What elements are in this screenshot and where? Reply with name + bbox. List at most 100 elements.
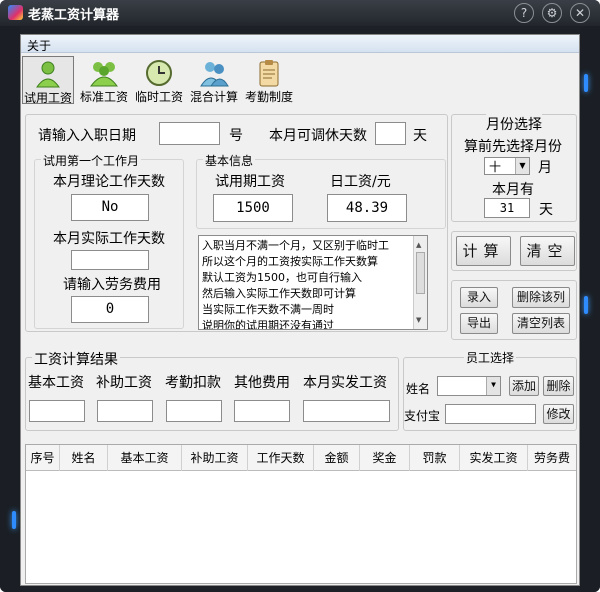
- rest-days-label: 本月可调休天数: [269, 128, 367, 144]
- right-frame: [580, 26, 600, 592]
- tool-label: 标准工资: [79, 90, 128, 104]
- result-base-field[interactable]: [29, 400, 85, 422]
- first-month-title: 试用第一个工作月: [41, 152, 142, 169]
- delete-row-button[interactable]: 删除该列: [512, 287, 570, 308]
- result-label-base: 基本工资: [28, 375, 84, 391]
- scroll-down-icon[interactable]: ▼: [416, 312, 421, 328]
- entry-date-label: 请输入入职日期: [38, 128, 136, 144]
- result-label-deduction: 考勤扣款: [165, 375, 221, 391]
- add-employee-button[interactable]: 添加: [509, 376, 539, 396]
- frame-glow-icon: [584, 296, 588, 314]
- two-people-icon: [200, 62, 229, 87]
- notes-scrollbar[interactable]: ▲ ▼: [413, 236, 427, 329]
- settings-button[interactable]: ⚙: [542, 3, 562, 23]
- tool-label: 混合计算: [189, 90, 238, 104]
- month-selected-value: 十: [489, 160, 502, 174]
- close-button[interactable]: ✕: [570, 3, 590, 23]
- app-window: 老蒸工资计算器 ? ⚙ ✕ 关于 试用工资 标准工资 临时工资 混合计算 考勤制…: [0, 0, 600, 592]
- clipboard-icon: [259, 60, 279, 87]
- enter-record-button[interactable]: 录入: [460, 287, 498, 308]
- note-line: 说明你的试用期还没有通过: [202, 319, 334, 330]
- col-header-penalty[interactable]: 罚款: [410, 445, 460, 471]
- alipay-input[interactable]: [445, 404, 536, 424]
- toolbar: 试用工资 标准工资 临时工资 混合计算 考勤制度: [21, 54, 579, 106]
- result-deduction-field[interactable]: [166, 400, 222, 422]
- actual-days-input[interactable]: [71, 250, 149, 270]
- result-other-field[interactable]: [234, 400, 290, 422]
- first-month-group: 试用第一个工作月 本月理论工作天数 No 本月实际工作天数 请输入劳务费用 0: [34, 152, 184, 329]
- employee-name-select[interactable]: ▼: [437, 376, 501, 396]
- tool-mixed-calc[interactable]: 混合计算: [187, 56, 241, 104]
- col-header-workdays[interactable]: 工作天数: [248, 445, 314, 471]
- month-select[interactable]: 十 ▼: [484, 157, 530, 175]
- single-person-icon: [36, 61, 60, 88]
- note-line: 所以这个月的工资按实际工作天数算: [202, 255, 378, 268]
- col-header-name[interactable]: 姓名: [60, 445, 108, 471]
- actual-days-label: 本月实际工作天数: [53, 231, 165, 247]
- calculate-button[interactable]: 计算: [456, 236, 511, 266]
- help-button[interactable]: ?: [514, 3, 534, 23]
- col-header-bonus[interactable]: 奖金: [360, 445, 410, 471]
- app-logo-icon: [8, 5, 23, 20]
- employee-title: 员工选择: [464, 349, 517, 366]
- col-header-amount[interactable]: 金额: [314, 445, 360, 471]
- result-net-field[interactable]: [303, 400, 390, 422]
- theory-days-field[interactable]: No: [71, 194, 149, 221]
- tool-label: 临时工资: [134, 90, 183, 104]
- month-title: 月份选择: [486, 114, 542, 134]
- left-frame: [0, 26, 20, 592]
- table-header: 序号 姓名 基本工资 补助工资 工作天数 金额 奖金 罚款 实发工资 劳务费: [26, 445, 576, 471]
- clock-icon: [146, 60, 172, 86]
- clear-button[interactable]: 清空: [520, 236, 575, 266]
- tool-attendance-rules[interactable]: 考勤制度: [242, 56, 296, 104]
- result-label-other: 其他费用: [234, 375, 290, 391]
- result-subsidy-field[interactable]: [97, 400, 153, 422]
- export-button[interactable]: 导出: [460, 313, 498, 334]
- records-table[interactable]: 序号 姓名 基本工资 补助工资 工作天数 金额 奖金 罚款 实发工资 劳务费: [25, 444, 577, 584]
- alipay-label: 支付宝: [404, 409, 441, 423]
- col-header-subsidy[interactable]: 补助工资: [182, 445, 248, 471]
- theory-days-label: 本月理论工作天数: [53, 174, 165, 190]
- month-panel: 月份选择 算前先选择月份 十 ▼ 月 本月有 31 天: [451, 114, 577, 222]
- delete-employee-button[interactable]: 删除: [543, 376, 574, 396]
- chevron-down-icon[interactable]: ▼: [486, 377, 500, 395]
- scroll-up-icon[interactable]: ▲: [416, 237, 421, 253]
- menu-bar: 关于: [21, 35, 579, 53]
- month-days-field[interactable]: 31: [484, 198, 530, 218]
- window-title: 老蒸工资计算器: [28, 8, 120, 23]
- note-line: 当实际工作天数不满一周时: [202, 303, 334, 316]
- menu-about[interactable]: 关于: [27, 37, 51, 54]
- col-header-index[interactable]: 序号: [26, 445, 60, 471]
- trial-wage-label: 试用期工资: [215, 174, 285, 190]
- tool-trial-wage[interactable]: 试用工资: [22, 56, 74, 105]
- frame-glow-icon: [584, 74, 588, 92]
- basic-info-title: 基本信息: [203, 152, 256, 169]
- note-line: 入职当月不满一个月，又区别于临时工: [202, 239, 389, 252]
- col-header-base[interactable]: 基本工资: [108, 445, 182, 471]
- col-header-netpay[interactable]: 实发工资: [460, 445, 528, 471]
- daily-wage-field[interactable]: 48.39: [327, 194, 407, 222]
- chevron-down-icon[interactable]: ▼: [515, 158, 529, 174]
- col-header-laborfee[interactable]: 劳务费: [528, 445, 576, 471]
- notes-textarea[interactable]: 入职当月不满一个月，又区别于临时工 所以这个月的工资按实际工作天数算 默认工资为…: [198, 235, 428, 330]
- title-bar[interactable]: 老蒸工资计算器 ? ⚙ ✕: [0, 0, 600, 26]
- entry-date-input[interactable]: [159, 122, 220, 145]
- rest-days-unit: 天: [413, 128, 427, 144]
- result-label-subsidy: 补助工资: [96, 375, 152, 391]
- rest-days-input[interactable]: [375, 122, 406, 145]
- tool-label: 考勤制度: [244, 90, 293, 104]
- modify-employee-button[interactable]: 修改: [543, 404, 574, 424]
- clear-list-button[interactable]: 清空列表: [512, 313, 570, 334]
- action-panel: 计算 清空: [451, 231, 577, 271]
- trial-wage-input[interactable]: 1500: [213, 194, 293, 222]
- tool-temporary-wage[interactable]: 临时工资: [132, 56, 186, 104]
- group-people-icon: [90, 62, 118, 87]
- tool-label: 试用工资: [23, 91, 72, 105]
- month-unit: 月: [538, 160, 552, 176]
- scroll-thumb[interactable]: [416, 252, 425, 294]
- labor-fee-input[interactable]: 0: [71, 296, 149, 323]
- list-action-panel: 录入 删除该列 导出 清空列表: [451, 280, 577, 340]
- tool-standard-wage[interactable]: 标准工资: [77, 56, 131, 104]
- basic-info-group: 基本信息 试用期工资 1500 日工资/元 48.39: [196, 152, 446, 229]
- result-panel: 工资计算结果 基本工资 补助工资 考勤扣款 其他费用 本月实发工资: [25, 349, 399, 431]
